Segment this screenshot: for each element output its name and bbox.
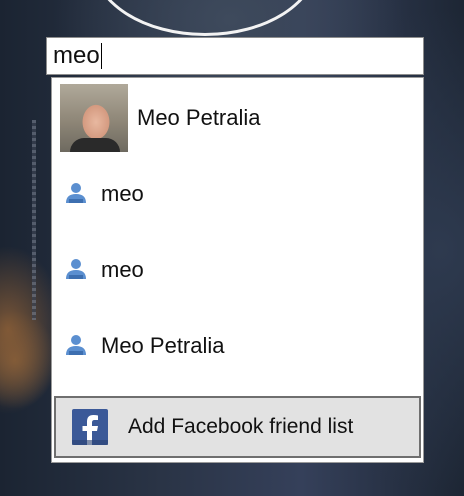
footer-label: Add Facebook friend list bbox=[128, 415, 354, 438]
background-photo: meo Meo Petralia meo meo Meo Petralia Ad… bbox=[0, 0, 464, 496]
background-ring bbox=[92, 0, 318, 36]
person-icon bbox=[66, 183, 86, 203]
search-input-text: meo bbox=[53, 42, 100, 69]
person-icon bbox=[66, 259, 86, 279]
result-item[interactable]: meo bbox=[52, 174, 423, 214]
background-zipper bbox=[32, 120, 36, 320]
result-item[interactable]: meo bbox=[52, 250, 423, 290]
result-item[interactable]: Meo Petralia bbox=[52, 326, 423, 366]
search-input[interactable]: meo bbox=[46, 37, 424, 75]
autocomplete-dropdown: Meo Petralia meo meo Meo Petralia Add Fa… bbox=[51, 77, 424, 463]
result-label: Meo Petralia bbox=[101, 333, 225, 358]
facebook-icon bbox=[72, 409, 108, 445]
result-item[interactable]: Meo Petralia bbox=[52, 78, 423, 158]
add-facebook-friend-list-button[interactable]: Add Facebook friend list bbox=[54, 396, 421, 458]
text-caret bbox=[100, 43, 102, 69]
result-label: meo bbox=[101, 181, 144, 206]
result-label: meo bbox=[101, 257, 144, 282]
result-label: Meo Petralia bbox=[137, 105, 261, 130]
person-icon bbox=[66, 335, 86, 355]
profile-photo bbox=[60, 84, 128, 152]
